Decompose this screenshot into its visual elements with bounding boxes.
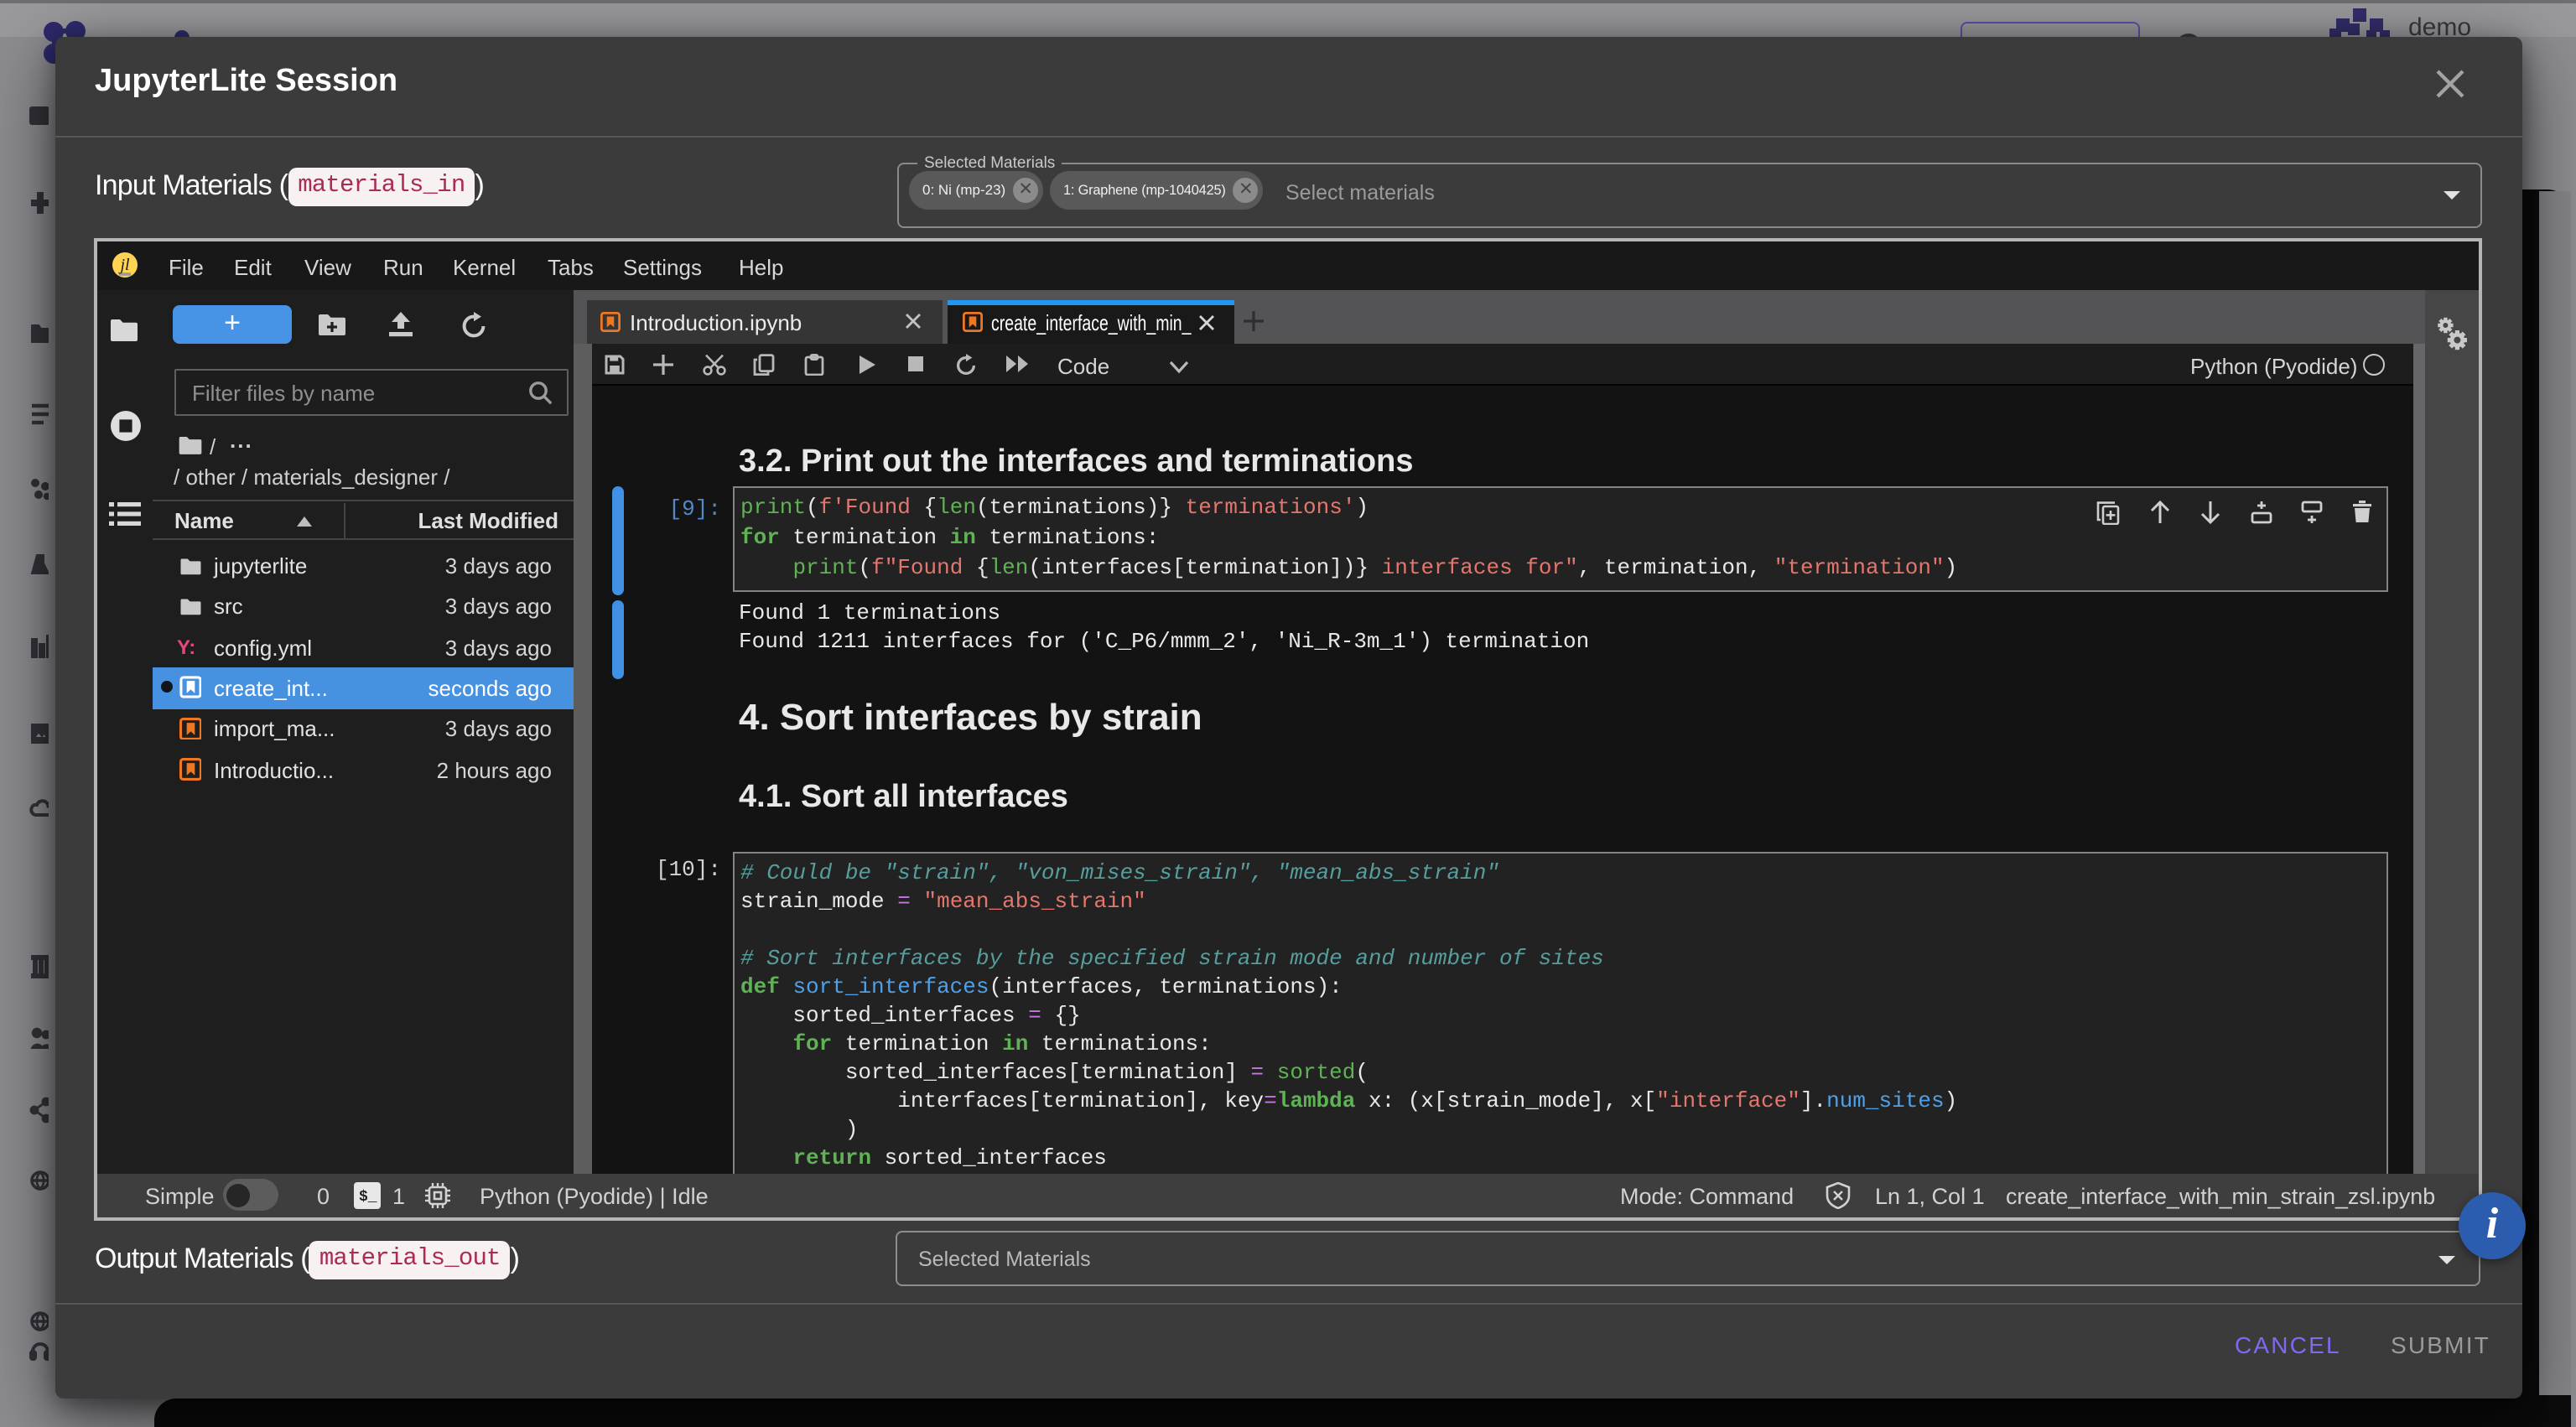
svg-text:$_: $_ [359, 1188, 377, 1205]
svg-text:jl: jl [117, 256, 130, 274]
